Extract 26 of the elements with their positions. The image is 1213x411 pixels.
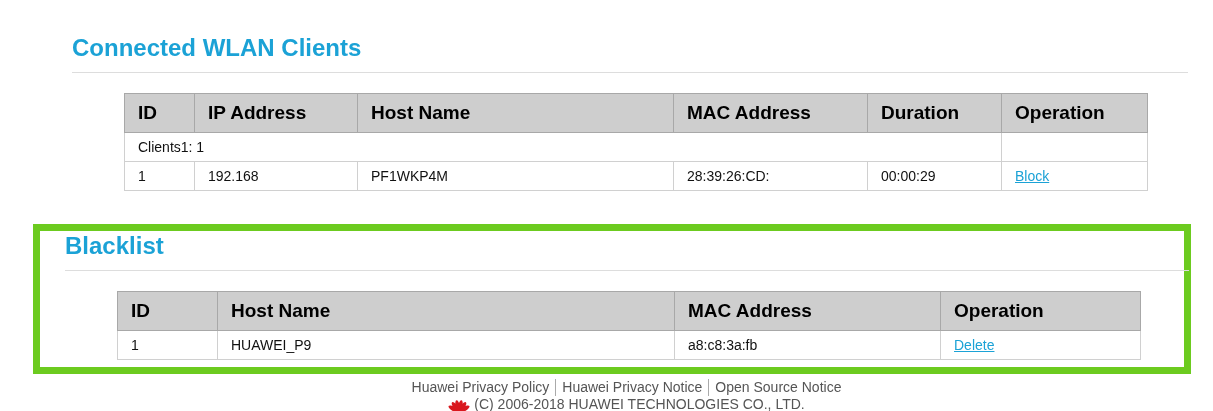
copyright-text: (C) 2006-2018 HUAWEI TECHNOLOGIES CO., LTD. — [474, 396, 805, 411]
column-header: Host Name — [217, 291, 675, 331]
table-cell: PF1WKP4M — [357, 161, 674, 191]
table-cell: 192.168 — [194, 161, 358, 191]
column-header: Host Name — [357, 93, 674, 133]
table-cell: 28:39:26:CD: — [673, 161, 868, 191]
section-title: Connected WLAN Clients — [72, 33, 1188, 73]
table-cell: 1 — [124, 161, 195, 191]
table-cell: 00:00:29 — [867, 161, 1002, 191]
column-header: Operation — [1001, 93, 1148, 133]
table-cell: 1 — [117, 330, 218, 360]
column-header: MAC Address — [673, 93, 868, 133]
footer-link[interactable]: Huawei Privacy Notice — [555, 379, 709, 396]
column-header: MAC Address — [674, 291, 941, 331]
footer-link[interactable]: Open Source Notice — [708, 379, 848, 396]
column-header: ID — [124, 93, 195, 133]
column-header: Duration — [867, 93, 1002, 133]
logo-icon — [448, 398, 471, 411]
column-header: ID — [117, 291, 218, 331]
section-title: Blacklist — [65, 231, 1189, 271]
column-header: IP Address — [194, 93, 358, 133]
table-cell: a8:c8:3a:fb — [674, 330, 941, 360]
footer-link[interactable]: Huawei Privacy Policy — [405, 379, 556, 396]
column-header: Operation — [940, 291, 1141, 331]
group-cell: Clients1: 1 — [124, 132, 1002, 162]
table-cell: HUAWEI_P9 — [217, 330, 675, 360]
